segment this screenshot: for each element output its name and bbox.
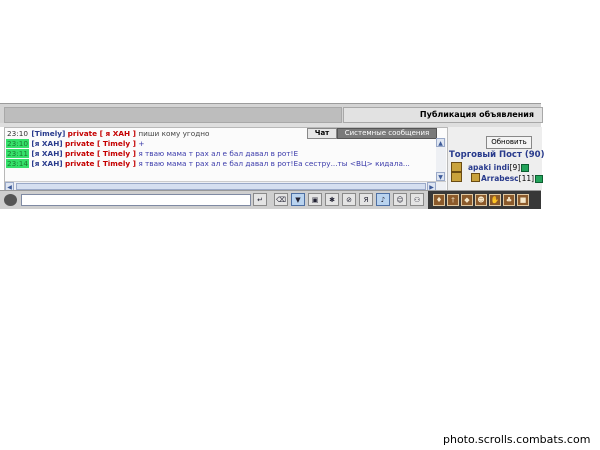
chat-log: 23:10 [Timely] private [ я ХАН ] пиши ко… (4, 127, 448, 192)
message-text: + (138, 139, 145, 148)
tab-system-messages[interactable]: Системные сообщения (337, 128, 437, 139)
player-name[interactable]: apaki indi (468, 163, 510, 172)
figure-icon[interactable]: ✱ (325, 193, 339, 206)
player-level: [9] (509, 163, 521, 172)
message-time: 23:11 (6, 149, 30, 158)
message-text: пиши кому угодно (138, 129, 210, 138)
scrollbar-thumb[interactable] (16, 183, 426, 190)
message-time: 23:14 (6, 159, 30, 168)
bag-icon[interactable]: ♣ (503, 194, 515, 206)
scroll-down-icon[interactable]: ▼ (436, 172, 445, 181)
potion-icon[interactable]: ♦ (433, 194, 445, 206)
message-private-tag[interactable]: private [ Timely ] (65, 159, 136, 168)
shield-icon[interactable]: ◆ (461, 194, 473, 206)
scroll-up-icon[interactable]: ▲ (436, 138, 445, 147)
refresh-button[interactable]: Обновить (486, 136, 532, 149)
smiley-menu-icon[interactable] (4, 194, 17, 206)
game-chat-window: Публикация объявления 23:10 [Timely] pri… (0, 103, 545, 209)
chat-message: 23:10 [Timely] private [ я ХАН ] пиши ко… (6, 129, 210, 138)
game-actions-bar: ♦ † ◆ ☻ ✋ ♣ ■ (428, 191, 541, 209)
filter-icon[interactable]: ▼ (291, 193, 305, 206)
player-info-icon[interactable] (535, 175, 544, 183)
player-entry[interactable]: Arrabesc[11] (481, 174, 544, 183)
chat-message: 23:11 [я ХАН] private [ Timely ] я тваю … (6, 149, 298, 158)
message-text: я тваю мама т рах ал е бал давал в рот!Е (138, 149, 299, 158)
top-bar-right-segment: Публикация объявления (343, 107, 543, 123)
message-nick[interactable]: [я ХАН] (31, 139, 62, 148)
music-icon[interactable]: ♪ (376, 193, 390, 206)
trade-post-panel: Обновить Торговый Пост (90) apaki indi[9… (447, 127, 545, 190)
eraser-icon[interactable]: ⌫ (274, 193, 288, 206)
top-bar: Публикация объявления (0, 103, 543, 123)
message-private-tag[interactable]: private [ Timely ] (65, 139, 136, 148)
message-nick[interactable]: [я ХАН] (31, 159, 62, 168)
smiley-icon[interactable]: ☺ (393, 193, 407, 206)
chat-message: 23:10 [я ХАН] private [ Timely ] + (6, 139, 144, 148)
face-icon[interactable]: ☻ (475, 194, 487, 206)
users-icon[interactable]: ⚇ (410, 193, 424, 206)
player-info-icon[interactable] (521, 164, 530, 172)
mute-icon[interactable]: ⊘ (342, 193, 356, 206)
message-time: 23:10 (6, 139, 30, 148)
chat-vertical-scrollbar[interactable]: ▲ ▼ (436, 138, 446, 181)
player-rank-icon (451, 172, 462, 182)
message-time: 23:10 (7, 129, 29, 138)
tab-chat[interactable]: Чат (307, 128, 337, 139)
sword-icon[interactable]: † (447, 194, 459, 206)
player-rank-icon (451, 162, 462, 172)
player-level: [11] (518, 174, 535, 183)
publication-title: Публикация объявления (419, 110, 534, 119)
clan-icon (471, 173, 480, 182)
trade-post-title: Торговый Пост (90) (449, 150, 545, 160)
message-nick[interactable]: [я ХАН] (31, 149, 62, 158)
save-icon[interactable]: ▣ (308, 193, 322, 206)
hand-icon[interactable]: ✋ (489, 194, 501, 206)
player-entry[interactable]: apaki indi[9] (468, 163, 530, 172)
message-nick[interactable]: [Timely] (31, 129, 65, 138)
top-bar-left-segment (4, 107, 342, 123)
message-text: я тваю мама т рах ал е бал давал в рот!Е… (138, 159, 410, 168)
message-private-tag[interactable]: private [ Timely ] (65, 149, 136, 158)
chat-input[interactable] (21, 194, 251, 206)
book-icon[interactable]: ■ (517, 194, 529, 206)
chat-message: 23:14 [я ХАН] private [ Timely ] я тваю … (6, 159, 410, 168)
enter-arrow-icon[interactable]: ↵ (253, 193, 267, 206)
player-name[interactable]: Arrabesc (481, 174, 519, 183)
bottom-toolbar: ↵ ⌫ ▼ ▣ ✱ ⊘ Я ♪ ☺ ⚇ ♦ † ◆ ☻ ✋ ♣ ■ (0, 190, 541, 209)
message-private-tag[interactable]: private [ я ХАН ] (68, 129, 136, 138)
watermark: photo.scrolls.combats.com (443, 433, 591, 446)
translate-icon[interactable]: Я (359, 193, 373, 206)
